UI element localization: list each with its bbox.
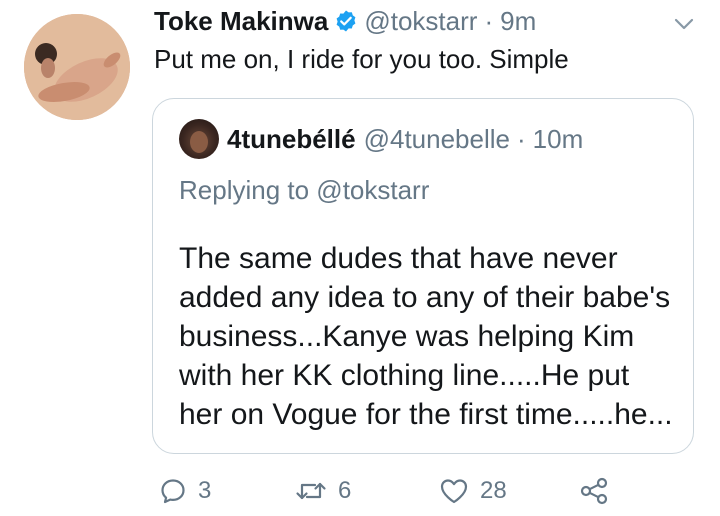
tweet-header: Toke Makinwa @tokstarr · 9m (154, 4, 690, 38)
replying-to-label: Replying to @tokstarr (179, 175, 430, 205)
quoted-header-separator: · (516, 123, 526, 154)
reply-button[interactable]: 3 (158, 476, 211, 506)
chevron-down-icon[interactable] (672, 12, 696, 36)
share-icon (580, 477, 608, 505)
author-name[interactable]: Toke Makinwa (154, 6, 328, 37)
quoted-tweet-text: The same dudes that have never added any… (179, 242, 673, 431)
quoted-tweet-header: 4tunebéllé @4tunebelle · 10m (227, 119, 583, 159)
tweet-timestamp[interactable]: 9m (500, 6, 536, 37)
retweet-count: 6 (338, 477, 352, 504)
reply-icon (161, 479, 185, 504)
quoted-author-avatar[interactable] (179, 119, 219, 159)
share-button[interactable] (578, 476, 610, 506)
quoted-tweet-timestamp[interactable]: 10m (533, 124, 584, 155)
verified-badge-icon (334, 9, 358, 33)
tweet-text: Put me on, I ride for you too. Simple (154, 44, 569, 74)
avatar-photo (24, 14, 130, 120)
quoted-author-handle[interactable]: @4tunebelle (364, 124, 510, 155)
quoted-avatar-photo (190, 131, 208, 153)
reply-count: 3 (198, 477, 212, 504)
header-separator: · (484, 5, 494, 36)
like-button[interactable]: 28 (438, 476, 507, 506)
author-avatar[interactable] (24, 14, 130, 120)
like-count: 28 (480, 477, 507, 504)
retweet-button[interactable]: 6 (294, 476, 351, 506)
quoted-author-name[interactable]: 4tunebéllé (227, 124, 356, 155)
quoted-tweet-card[interactable]: 4tunebéllé @4tunebelle · 10m Replying to… (152, 98, 694, 454)
author-handle[interactable]: @tokstarr (364, 6, 477, 37)
retweet-icon (296, 482, 326, 500)
like-icon (440, 479, 468, 504)
